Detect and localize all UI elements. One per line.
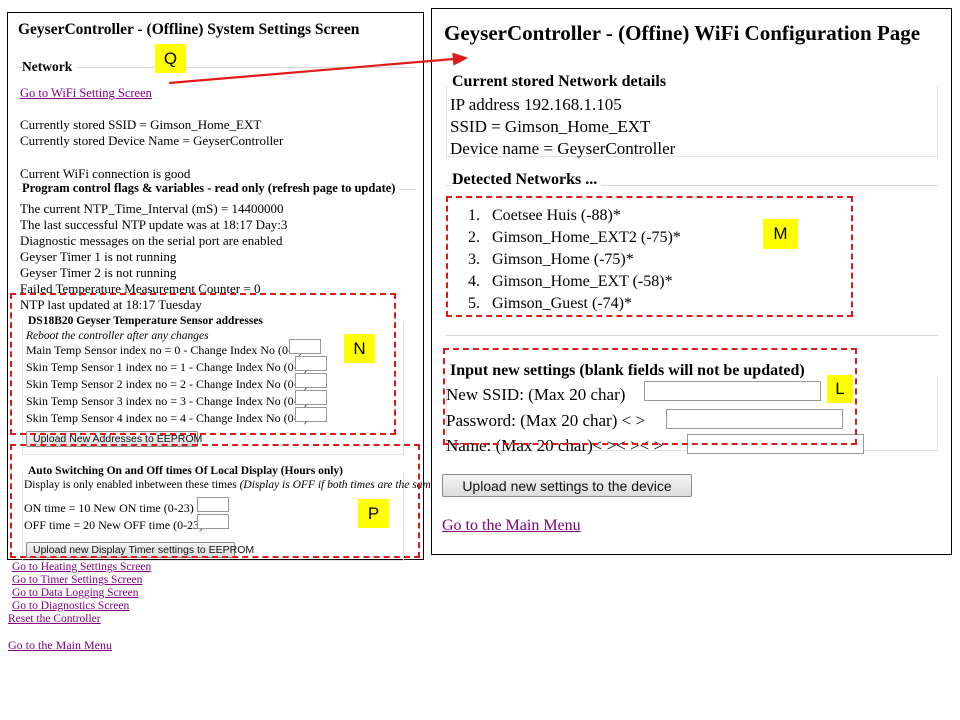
sensor-row-label-skin2: Skin Temp Sensor 2 index no = 2 - Change… xyxy=(26,377,308,391)
marker-q: Q xyxy=(155,44,186,73)
password-input[interactable] xyxy=(666,409,843,429)
stored-ssid-text: Currently stored SSID = Gimson_Home_EXT xyxy=(20,117,262,132)
password-label: Password: (Max 20 char) < > xyxy=(446,411,646,430)
display-off-time-label: OFF time = 20 New OFF time (0-23) xyxy=(24,518,204,532)
network-item-name-3: Gimson_Home (-75)* xyxy=(492,251,634,268)
sensor-row-label-skin3: Skin Temp Sensor 3 index no = 3 - Change… xyxy=(26,394,308,408)
flag-line-diagnostic-messages: Diagnostic messages on the serial port a… xyxy=(20,233,283,248)
device-name-input[interactable] xyxy=(687,434,864,454)
display-on-time-label: ON time = 10 New ON time (0-23) xyxy=(24,501,194,515)
network-item-name-4: Gimson_Home_EXT (-58)* xyxy=(492,273,673,290)
flag-line-failed-temp-counter: Failed Temperature Measurement Counter =… xyxy=(20,281,261,296)
stored-device-name-right-text: Device name = GeyserController xyxy=(450,139,676,158)
stored-network-legend: Current stored Network details xyxy=(452,73,671,91)
stored-ssid-right-text: SSID = Gimson_Home_EXT xyxy=(450,117,651,136)
network-item-number-2: 2. xyxy=(468,229,480,246)
sensor-index-input-skin3[interactable] xyxy=(295,390,327,405)
detected-networks-bottom-rule xyxy=(446,335,938,336)
marker-p: P xyxy=(358,499,389,528)
link-data-logging-screen[interactable]: Go to Data Logging Screen xyxy=(12,587,138,599)
link-timer-settings-screen[interactable]: Go to Timer Settings Screen xyxy=(12,574,142,586)
upload-wifi-settings-button[interactable]: Upload new settings to the device xyxy=(442,474,692,497)
new-ssid-label: New SSID: (Max 20 char) xyxy=(446,385,626,404)
network-item-number-3: 3. xyxy=(468,251,480,268)
sensor-index-input-skin1[interactable] xyxy=(295,356,327,371)
flags-section-legend: Program control flags & variables - read… xyxy=(22,181,400,196)
sensor-reboot-note: Reboot the controller after any changes xyxy=(26,330,209,342)
flag-line-last-ntp-update: The last successful NTP update was at 18… xyxy=(20,217,288,232)
link-wifi-setting-screen[interactable]: Go to WiFi Setting Screen xyxy=(20,86,152,101)
display-note-plain: Display is only enabled inbetween these … xyxy=(24,479,240,491)
network-item-number-5: 5. xyxy=(468,295,480,312)
upload-display-timer-button[interactable]: Upload new Display Timer settings to EEP… xyxy=(26,542,254,558)
input-settings-legend: Input new settings (blank fields will no… xyxy=(450,362,809,380)
display-off-time-input[interactable] xyxy=(197,514,229,529)
display-section-legend: Auto Switching On and Off times Of Local… xyxy=(28,465,347,477)
upload-sensor-addresses-button[interactable]: Upload New Addresses to EEPROM xyxy=(26,431,202,447)
network-item-name-1: Coetsee Huis (-88)* xyxy=(492,207,621,224)
detected-networks-legend: Detected Networks ... xyxy=(452,171,602,189)
sensor-index-input-main[interactable] xyxy=(289,339,321,354)
network-item-name-2: Gimson_Home_EXT2 (-75)* xyxy=(492,229,681,246)
sensor-index-input-skin2[interactable] xyxy=(295,373,327,388)
link-heating-settings-screen[interactable]: Go to Heating Settings Screen xyxy=(12,561,151,573)
wifi-connection-status-text: Current WiFi connection is good xyxy=(20,166,191,181)
marker-m: M xyxy=(763,219,798,249)
network-section-legend: Network xyxy=(22,59,77,75)
flag-line-ntp-interval: The current NTP_Time_Interval (mS) = 144… xyxy=(20,201,284,216)
sensor-section-legend: DS18B20 Geyser Temperature Sensor addres… xyxy=(28,315,267,327)
sensor-row-label-skin4: Skin Temp Sensor 4 index no = 4 - Change… xyxy=(26,411,308,425)
new-ssid-input[interactable] xyxy=(644,381,821,401)
sensor-row-label-main: Main Temp Sensor index no = 0 - Change I… xyxy=(26,343,302,357)
sensor-row-label-skin1: Skin Temp Sensor 1 index no = 1 - Change… xyxy=(26,360,308,374)
name-label: Name: (Max 20 char)< >< >< > xyxy=(446,436,664,455)
flag-line-timer1: Geyser Timer 1 is not running xyxy=(20,249,177,264)
display-note: Display is only enabled inbetween these … xyxy=(24,479,440,491)
display-note-italic: (Display is OFF if both times are the sa… xyxy=(239,479,440,491)
link-main-menu-right[interactable]: Go to the Main Menu xyxy=(442,517,581,535)
network-section-rule xyxy=(18,67,416,68)
display-on-time-input[interactable] xyxy=(197,497,229,512)
flag-line-ntp-last-updated: NTP last updated at 18:17 Tuesday xyxy=(20,297,202,312)
page-title-system-settings: GeyserController - (Offline) System Sett… xyxy=(18,21,360,38)
network-item-number-1: 1. xyxy=(468,207,480,224)
sensor-index-input-skin4[interactable] xyxy=(295,407,327,422)
wifi-configuration-panel: GeyserController - (Offine) WiFi Configu… xyxy=(431,8,952,555)
ip-address-text: IP address 192.168.1.105 xyxy=(450,95,622,114)
link-diagnostics-screen[interactable]: Go to Diagnostics Screen xyxy=(12,600,129,612)
marker-l: L xyxy=(827,375,853,403)
network-item-name-5: Gimson_Guest (-74)* xyxy=(492,295,632,312)
system-settings-panel: GeyserController - (Offline) System Sett… xyxy=(7,12,440,561)
network-item-number-4: 4. xyxy=(468,273,480,290)
link-reset-controller[interactable]: Reset the Controller xyxy=(8,613,101,625)
marker-n: N xyxy=(344,334,375,363)
flag-line-timer2: Geyser Timer 2 is not running xyxy=(20,265,177,280)
link-main-menu-left[interactable]: Go to the Main Menu xyxy=(8,638,112,653)
page-title-wifi-config: GeyserController - (Offine) WiFi Configu… xyxy=(444,21,921,45)
stored-device-name-text: Currently stored Device Name = GeyserCon… xyxy=(20,133,284,148)
